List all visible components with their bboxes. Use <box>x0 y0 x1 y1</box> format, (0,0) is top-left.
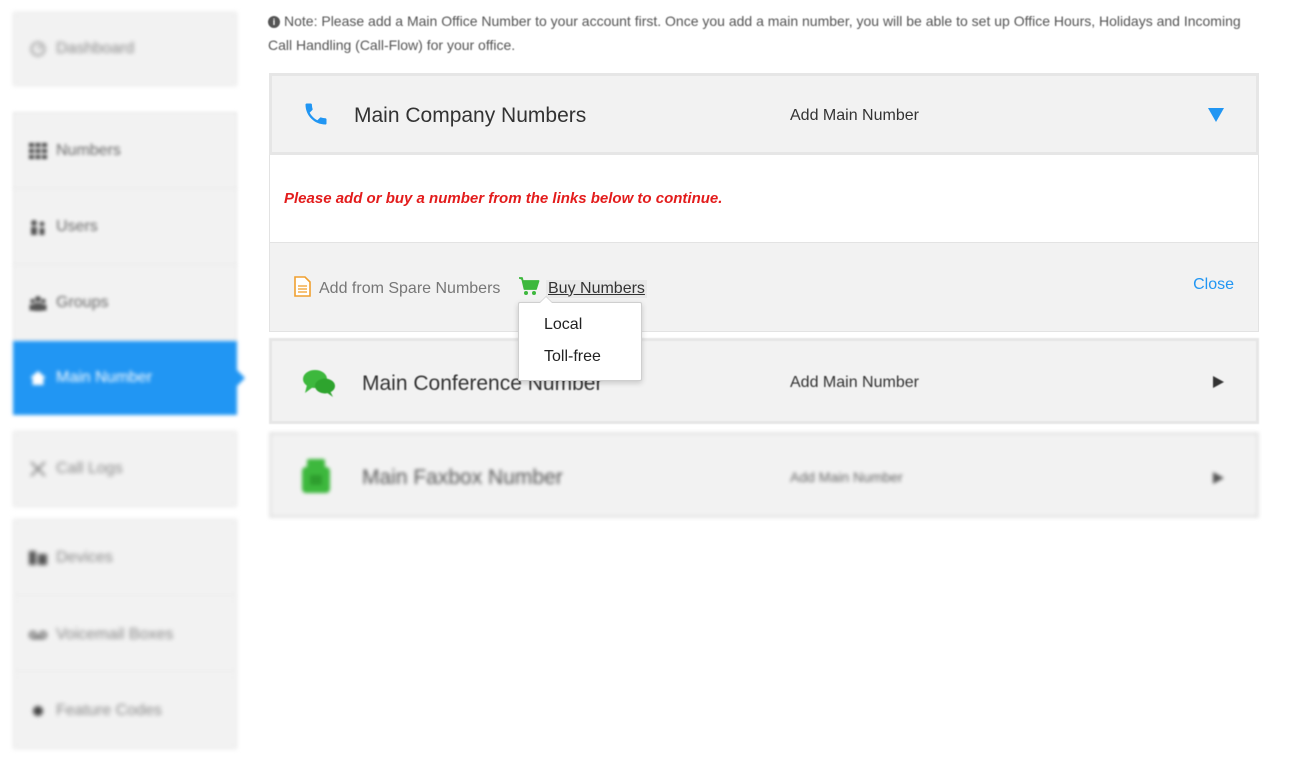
panel-header[interactable]: Main Faxbox Number Add Main Number <box>269 432 1259 518</box>
info-note: i Note: Please add a Main Office Number t… <box>268 9 1268 57</box>
sidebar-item-feature-codes[interactable]: Feature Codes <box>13 673 237 749</box>
panel-status: Add Main Number <box>790 374 919 391</box>
panel-title: Main Company Numbers <box>354 104 587 127</box>
sidebar-item-users[interactable]: Users <box>13 189 237 265</box>
sidebar-item-numbers[interactable]: Numbers <box>13 112 237 189</box>
expand-arrow-icon[interactable] <box>1213 471 1224 487</box>
sidebar-item-call-logs[interactable]: Call Logs <box>13 431 237 507</box>
main-conference-number-panel: Main Conference Number Add Main Number <box>269 338 1259 424</box>
dropdown-option-local[interactable]: Local <box>519 309 641 341</box>
sidebar-item-label: Feature Codes <box>56 702 162 719</box>
close-link[interactable]: Close <box>1193 276 1234 294</box>
cart-icon <box>518 276 540 301</box>
expand-caret-icon[interactable] <box>1208 108 1224 125</box>
users-icon <box>28 219 48 235</box>
main-faxbox-number-panel: Main Faxbox Number Add Main Number <box>269 432 1259 518</box>
sidebar-item-devices[interactable]: Devices <box>13 519 237 597</box>
home-icon <box>28 371 48 385</box>
info-icon: i <box>268 16 280 28</box>
action-row: Add from Spare Numbers Buy Numbers Close <box>269 242 1259 332</box>
sidebar-item-label: Call Logs <box>56 460 123 477</box>
buy-numbers-link[interactable]: Buy Numbers <box>518 276 647 301</box>
spare-numbers-label: Add from Spare Numbers <box>319 280 501 297</box>
devices-icon <box>28 551 48 565</box>
fax-icon <box>302 459 330 498</box>
dropdown-option-toll-free[interactable]: Toll-free <box>519 341 641 373</box>
dashboard-icon <box>28 41 48 57</box>
panel-header[interactable]: Main Conference Number Add Main Number <box>269 338 1259 424</box>
buy-numbers-dropdown: Local Toll-free <box>518 296 642 381</box>
expand-arrow-icon[interactable] <box>1213 375 1224 391</box>
buy-numbers-label: Buy Numbers <box>546 279 647 298</box>
note-text: Note: Please add a Main Office Number to… <box>268 13 1241 53</box>
sidebar-item-voicemail[interactable]: Voicemail Boxes <box>13 597 237 673</box>
sidebar-item-label: Users <box>56 218 98 235</box>
sidebar-item-label: Groups <box>56 294 109 311</box>
add-from-spare-numbers-link[interactable]: Add from Spare Numbers <box>294 276 500 302</box>
groups-icon <box>28 295 48 311</box>
panel-status: Add Main Number <box>790 107 919 124</box>
grid-icon <box>28 142 48 159</box>
sidebar-item-label: Main Number <box>56 369 153 386</box>
sidebar-item-dashboard[interactable]: Dashboard <box>13 12 237 86</box>
phone-icon <box>302 100 330 133</box>
document-icon <box>294 276 311 302</box>
call-logs-icon <box>28 460 48 478</box>
star-icon <box>28 704 48 718</box>
panel-header[interactable]: Main Company Numbers Add Main Number <box>269 73 1259 155</box>
sidebar: Dashboard Numbers Users Groups Main Numb… <box>0 0 250 765</box>
sidebar-item-label: Voicemail Boxes <box>56 626 174 643</box>
warning-message: Please add or buy a number from the link… <box>284 190 723 207</box>
main-company-numbers-panel: Main Company Numbers Add Main Number Ple… <box>269 73 1259 332</box>
sidebar-item-label: Devices <box>56 549 113 566</box>
sidebar-item-groups[interactable]: Groups <box>13 265 237 341</box>
voicemail-icon <box>28 630 48 640</box>
sidebar-item-main-number[interactable]: Main Number <box>13 341 245 415</box>
chat-icon <box>302 368 336 403</box>
panel-status: Add Main Number <box>790 469 903 485</box>
warning-row: Please add or buy a number from the link… <box>269 155 1259 242</box>
sidebar-item-label: Numbers <box>56 141 121 159</box>
panel-title: Main Faxbox Number <box>362 466 563 489</box>
sidebar-item-label: Dashboard <box>56 40 135 57</box>
